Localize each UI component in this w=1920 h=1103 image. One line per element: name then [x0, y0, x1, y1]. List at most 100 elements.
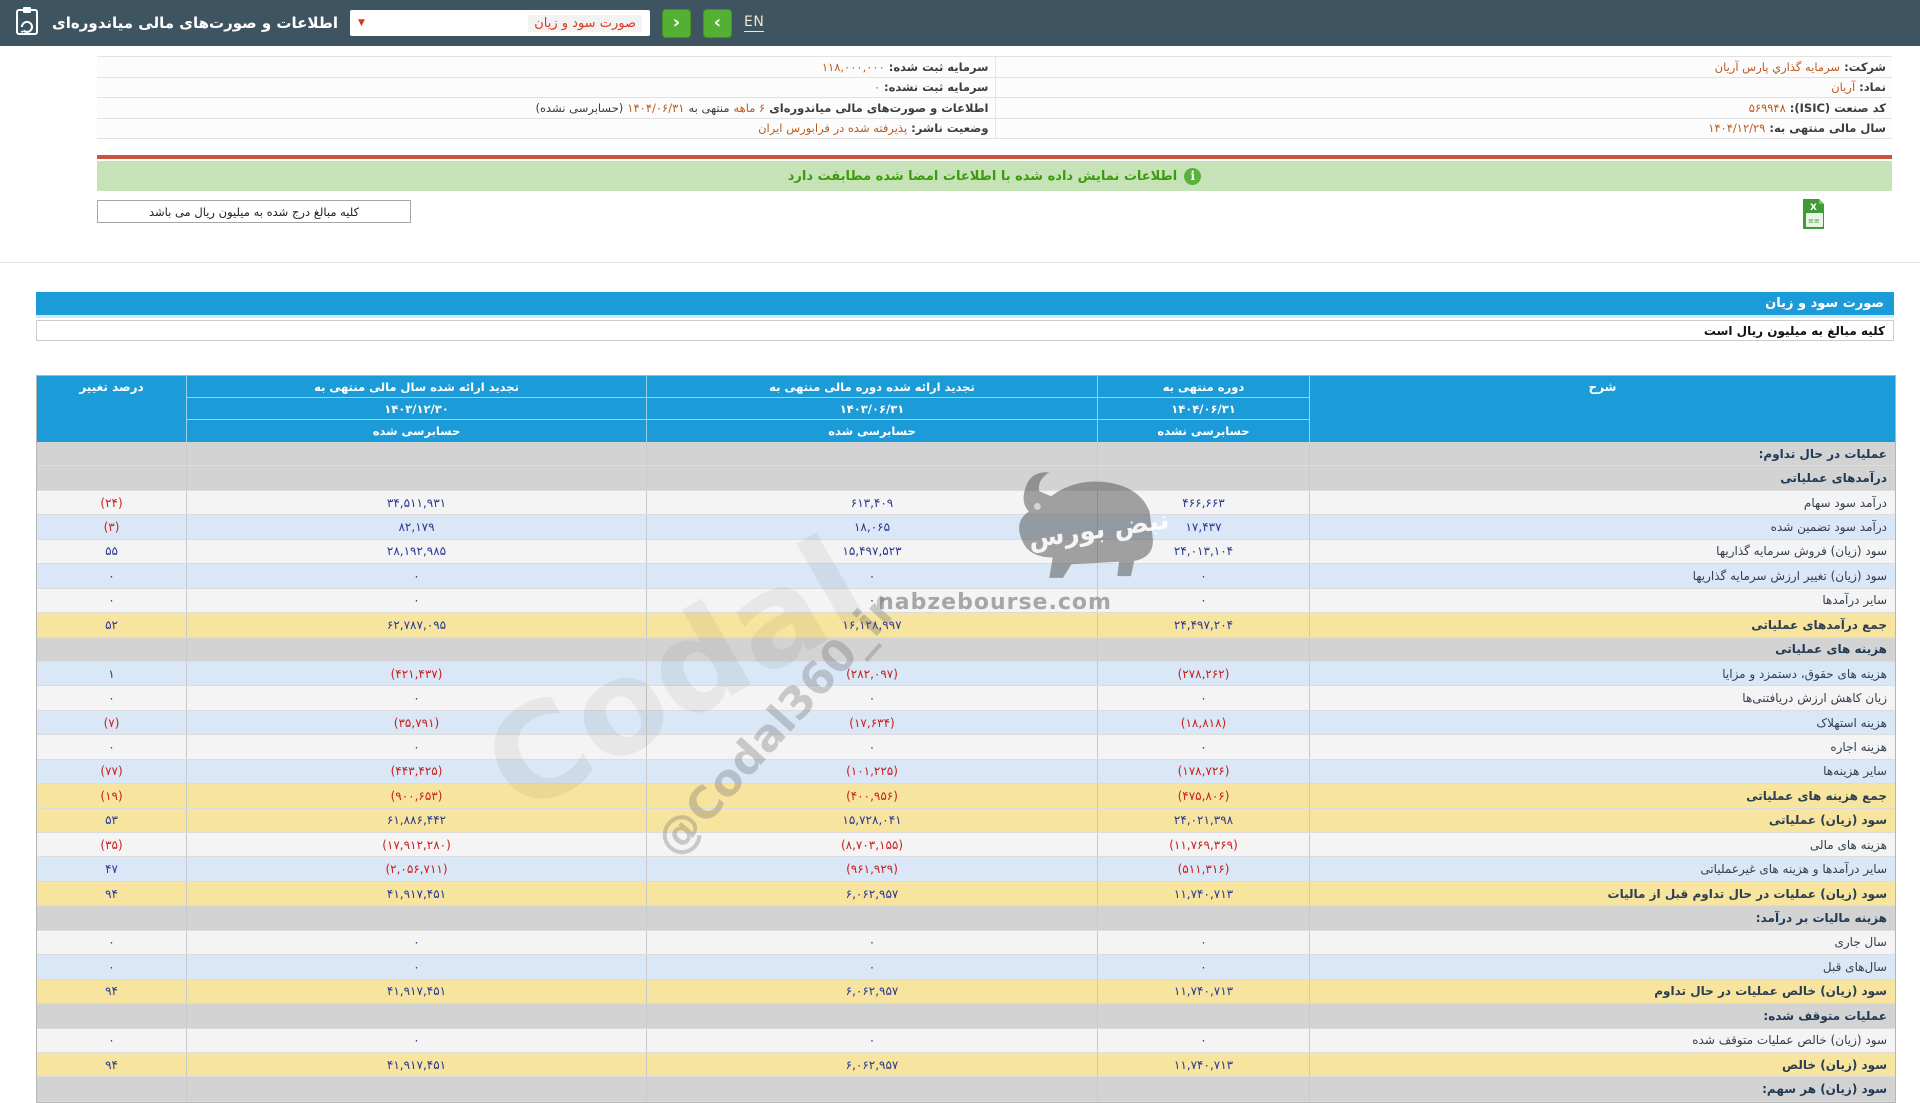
value-cell-pct: (۷۷)	[100, 764, 123, 779]
value-cell-pct	[37, 466, 186, 489]
info-icon: i	[1184, 167, 1202, 185]
value-cell-pct: (۱۹)	[100, 788, 123, 803]
row-label: سود (زیان) فروش سرمایه گذاریها	[1309, 539, 1895, 564]
value-cell-c1: (۲۷۸,۲۶۲)	[1097, 661, 1309, 686]
clipboard-refresh-icon[interactable]	[14, 6, 40, 40]
value-cell-c2	[646, 442, 1097, 466]
value-cell-c2: (۲۸۲,۰۹۷)	[646, 661, 1097, 686]
data-row: سال‌های قبل ۰ ۰ ۰ ۰	[37, 955, 1895, 980]
data-row: سود (زیان) خالص ۱۱,۷۴۰,۷۱۳ ۶,۰۶۲,۹۵۷ ۴۱,۹۱۷…	[37, 1052, 1895, 1078]
company-info-row: کد صنعت (ISIC): ۵۶۹۹۴۸ اطلاعات و صورت‌های …	[97, 98, 1892, 119]
row-label: سال‌های قبل	[1309, 955, 1895, 979]
value-cell-c3: ۲۸,۱۹۲,۹۸۵	[186, 539, 646, 564]
next-statement-button[interactable]: ›	[661, 8, 691, 38]
value-cell-c2: ۰	[646, 1028, 1097, 1052]
row-label: سود (زیان) خالص عملیات در حال تداوم	[1309, 979, 1895, 1004]
english-language-link[interactable]: EN	[743, 14, 765, 32]
table-body: عملیات در حال تداوم: درآمدهای عملیاتی درآم…	[37, 442, 1895, 1102]
row-label: سایر درآمدها	[1309, 588, 1895, 613]
value-cell-c1: ۰	[1097, 735, 1309, 759]
value-cell-c2: ۰	[646, 686, 1097, 710]
chevron-down-icon: ▼	[357, 18, 365, 28]
data-row: سود (زیان) تغییر ارزش سرمایه گذاریها ۰ ۰ ۰ ۰	[37, 564, 1895, 589]
col-top-label: تجدید ارائه شده سال مالی منتهی به	[187, 376, 646, 398]
chevron-right-icon: ›	[672, 12, 681, 33]
col-audit-label: حسابرسی شده	[828, 424, 916, 438]
value-cell-c3	[186, 1004, 646, 1028]
value-cell-c3	[186, 906, 646, 930]
row-label: عملیات متوقف شده:	[1309, 1004, 1895, 1028]
income-statement-table: شرح دوره منتهی به ۱۴۰۴/۰۶/۳۱ حسابرسی نشد…	[36, 375, 1896, 1103]
section-row: هزینه های عملیاتی	[37, 637, 1895, 662]
value-cell-c3: ۴۱,۹۱۷,۴۵۱	[186, 979, 646, 1004]
value-cell-c1: (۱۸,۸۱۸)	[1097, 710, 1309, 735]
excel-export-icon[interactable]: X ≡≡	[1799, 197, 1827, 231]
value-cell-pct: ۰	[108, 568, 115, 583]
data-row: سایر هزینه‌ها (۱۷۸,۷۲۶) (۱۰۱,۲۲۵) (۴۴۳,۴۲۵)…	[37, 759, 1895, 785]
value-cell-c2	[646, 466, 1097, 490]
signature-match-notice: i اطلاعات نمایش داده شده با اطلاعات امضا…	[97, 161, 1892, 191]
value-cell-c3: ۰	[186, 564, 646, 588]
row-label: سود (زیان) تغییر ارزش سرمایه گذاریها	[1309, 564, 1895, 588]
value-cell-pct: (۷)	[103, 715, 120, 730]
value-cell-pct: ۹۴	[105, 984, 118, 999]
value-cell-c2: ۶,۰۶۲,۹۵۷	[646, 881, 1097, 906]
value-cell-c1: (۴۷۵,۸۰۶)	[1097, 784, 1309, 808]
value-cell-pct: ۰	[108, 593, 115, 608]
data-row: سود (زیان) فروش سرمایه گذاریها ۲۴,۰۱۳,۱۰۴…	[37, 539, 1895, 565]
data-row: سایر درآمدها ۰ ۰ ۰ ۰	[37, 588, 1895, 614]
statement-dropdown[interactable]: صورت سود و زیان ▼	[349, 10, 650, 36]
value-cell-pct	[37, 1077, 186, 1100]
row-label: هزینه های مالی	[1309, 833, 1895, 857]
svg-text:X: X	[1810, 203, 1817, 213]
value-cell-c2: ۶۱۳,۴۰۹	[646, 490, 1097, 515]
value-cell-c1: ۴۶۶,۶۶۳	[1097, 490, 1309, 515]
value-cell-c2: (۱۰۱,۲۲۵)	[646, 759, 1097, 784]
row-label: درآمد سود تضمین شده	[1309, 515, 1895, 539]
row-label: سایر هزینه‌ها	[1309, 759, 1895, 784]
value-cell-pct: ۵۵	[105, 544, 118, 559]
value-cell-c2: ۶,۰۶۲,۹۵۷	[646, 1052, 1097, 1077]
data-row: سال جاری ۰ ۰ ۰ ۰	[37, 930, 1895, 956]
company-info-row: سال مالی منتهی به: ۱۴۰۴/۱۲/۲۹ وضعیت ناشر: پ…	[97, 118, 1892, 139]
value-cell-c2: ۰	[646, 564, 1097, 588]
value-cell-c3: ۳۴,۵۱۱,۹۳۱	[186, 490, 646, 515]
value-cell-pct: (۲۴)	[100, 495, 123, 510]
value-cell-c1: ۱۷,۴۳۷	[1097, 515, 1309, 539]
section-row: درآمدهای عملیاتی	[37, 466, 1895, 491]
value-cell-c1: (۱۱,۷۶۹,۳۶۹)	[1097, 833, 1309, 857]
section-row: عملیات در حال تداوم:	[37, 442, 1895, 467]
row-label: هزینه های حقوق، دستمزد و مزایا	[1309, 661, 1895, 686]
value-cell-c1: ۲۴,۰۱۳,۱۰۴	[1097, 539, 1309, 564]
value-cell-c3: ۰	[186, 686, 646, 710]
value-cell-c1: ۱۱,۷۴۰,۷۱۳	[1097, 881, 1309, 906]
value-cell-c1: ۰	[1097, 930, 1309, 955]
value-cell-pct: ۹۴	[105, 886, 118, 901]
value-cell-c2: ۰	[646, 955, 1097, 979]
value-cell-c3: (۹۰۰,۶۵۳)	[186, 784, 646, 808]
value-cell-c3: ۰	[186, 735, 646, 759]
data-row: زیان کاهش ارزش دریافتنی‌ها ۰ ۰ ۰ ۰	[37, 686, 1895, 711]
value-cell-c2: ۰	[646, 588, 1097, 613]
amounts-unit-box: کلیه مبالغ درج شده به میلیون ریال می باش…	[97, 200, 411, 223]
data-row: سود (زیان) خالص عملیات متوقف شده ۰ ۰ ۰ ۰	[37, 1028, 1895, 1053]
value-cell-c1	[1097, 466, 1309, 490]
row-label: سود (زیان) خالص	[1309, 1052, 1895, 1077]
col-header-description: شرح	[1309, 376, 1895, 442]
value-cell-c1: ۰	[1097, 1028, 1309, 1052]
value-cell-c2: ۱۶,۱۲۸,۹۹۷	[646, 613, 1097, 637]
row-label: سایر درآمدها و هزینه های غیرعملیاتی	[1309, 857, 1895, 881]
company-info-row: شرکت: سرمایه گذاري پارس آریان سرمایه ثبت ش…	[97, 57, 1892, 78]
col-date-label: ۱۴۰۴/۰۶/۳۱	[1098, 398, 1309, 420]
value-cell-c1	[1097, 1004, 1309, 1028]
value-cell-c3: (۴۴۳,۴۲۵)	[186, 759, 646, 784]
value-cell-c2: ۱۸,۰۶۵	[646, 515, 1097, 539]
value-cell-c1	[1097, 1077, 1309, 1101]
data-row: سایر درآمدها و هزینه های غیرعملیاتی (۵۱۱,…	[37, 857, 1895, 882]
value-cell-c1: ۱۱,۷۴۰,۷۱۳	[1097, 979, 1309, 1004]
value-cell-pct: ۹۴	[105, 1057, 118, 1072]
data-row: سود (زیان) عملیات در حال تداوم قبل از ما…	[37, 881, 1895, 907]
row-label: هزینه استهلاک	[1309, 710, 1895, 735]
prev-statement-button[interactable]: ‹	[702, 8, 732, 38]
section-row: عملیات متوقف شده:	[37, 1004, 1895, 1029]
